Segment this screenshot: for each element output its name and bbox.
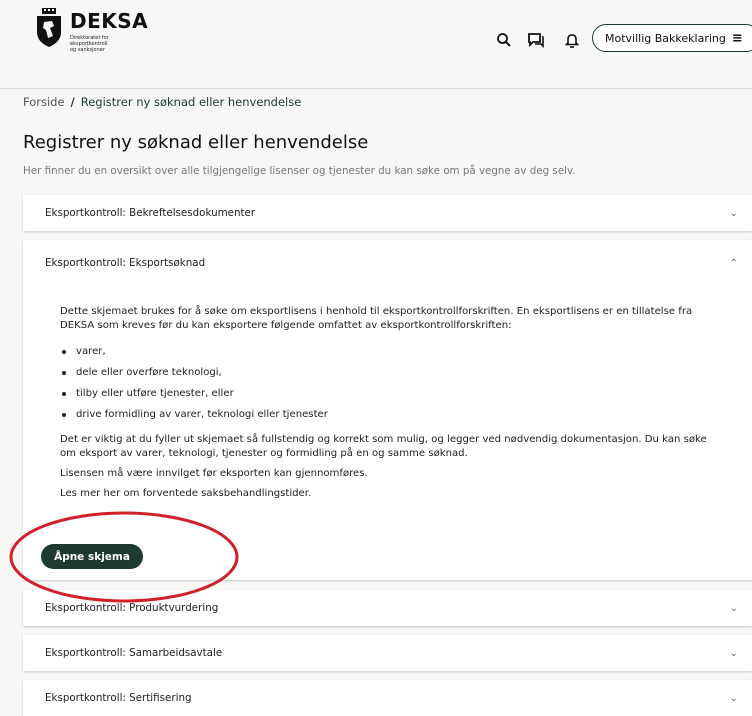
chevron-down-icon: ⌄ [729, 647, 738, 659]
logo-subtitle: Direktoratet for eksportkontroll og sank… [70, 35, 140, 53]
page-title: Registrer ny søknad eller henvendelse [23, 132, 369, 153]
logo-name[interactable]: DEKSA [70, 9, 148, 33]
menu-icon: ≡ [731, 30, 743, 46]
chevron-down-icon: ⌄ [729, 207, 738, 219]
description-paragraph: Dette skjemaet brukes for å søke om eksp… [60, 306, 693, 331]
user-name: Motvillig Bakkeklaring [605, 31, 726, 45]
list-item: dele eller overføre teknologi, [60, 362, 720, 383]
breadcrumb-separator: / [70, 95, 75, 109]
accordion-item-samarbeidsavtale[interactable]: Eksportkontroll: Samarbeidsavtale ⌄ [23, 635, 752, 671]
accordion-item-produktvurdering[interactable]: Eksportkontroll: Produktvurdering ⌄ [23, 590, 752, 626]
breadcrumb: Forside / Registrer ny søknad eller henv… [23, 95, 301, 109]
accordion-label: Eksportkontroll: Bekreftelsesdokumenter [45, 207, 256, 219]
description-paragraph: Lisensen må være innvilget før eksporten… [60, 468, 368, 479]
accordion-header[interactable]: Eksportkontroll: Eksportsøknad ⌃ [23, 240, 752, 286]
breadcrumb-current: Registrer ny søknad eller henvendelse [80, 95, 302, 109]
chevron-down-icon: ⌄ [729, 602, 738, 614]
chat-icon[interactable] [527, 31, 545, 49]
accordion-label: Eksportkontroll: Eksportsøknad [45, 257, 206, 269]
accordion-label: Eksportkontroll: Sertifisering [45, 692, 192, 704]
accordion-header[interactable]: Eksportkontroll: Sertifisering ⌄ [23, 680, 752, 716]
accordion-label: Eksportkontroll: Samarbeidsavtale [45, 647, 223, 659]
list-item: varer, [60, 341, 720, 362]
site-header: DEKSA Direktoratet for eksportkontroll o… [0, 0, 752, 89]
bell-icon[interactable] [563, 31, 581, 49]
page-intro: Her finner du en oversikt over alle tilg… [23, 165, 576, 177]
description-paragraph: Det er viktig at du fyller ut skjemaet s… [60, 434, 707, 459]
coat-of-arms-icon [37, 8, 61, 47]
chevron-up-icon: ⌃ [729, 257, 738, 269]
accordion-label: Eksportkontroll: Produktvurdering [45, 602, 219, 614]
user-menu-button[interactable]: Motvillig Bakkeklaring ≡ [592, 24, 752, 52]
chevron-down-icon: ⌄ [729, 692, 738, 704]
accordion-item-bekreftelsesdokumenter[interactable]: Eksportkontroll: Bekreftelsesdokumenter … [23, 195, 752, 231]
accordion-header[interactable]: Eksportkontroll: Produktvurdering ⌄ [23, 590, 752, 626]
bullet-list: varer, dele eller overføre teknologi, ti… [60, 341, 720, 425]
read-more-link[interactable]: Les mer her om forventede saksbehandling… [60, 487, 720, 501]
accordion-item-sertifisering[interactable]: Eksportkontroll: Sertifisering ⌄ [23, 680, 752, 716]
breadcrumb-home[interactable]: Forside [23, 95, 65, 109]
logo-subtitle-line: og sanksjoner [70, 47, 105, 53]
accordion-header[interactable]: Eksportkontroll: Bekreftelsesdokumenter … [23, 195, 752, 231]
list-item: drive formidling av varer, teknologi ell… [60, 404, 720, 425]
search-icon[interactable] [495, 31, 513, 49]
accordion-content: Dette skjemaet brukes for å søke om eksp… [60, 305, 720, 501]
accordion-header[interactable]: Eksportkontroll: Samarbeidsavtale ⌄ [23, 635, 752, 671]
list-item: tilby eller utføre tjenester, eller [60, 383, 720, 404]
open-form-button[interactable]: Åpne skjema [41, 544, 143, 569]
